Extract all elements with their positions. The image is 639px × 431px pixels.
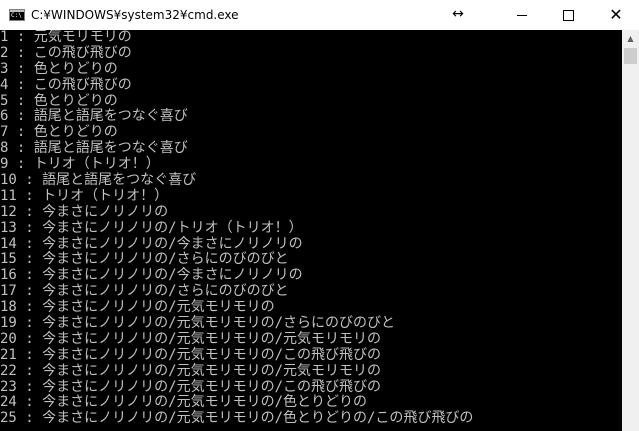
- console-line: 18 : 今まさにノリノリの/元気モリモリの: [0, 299, 275, 316]
- console-line: 15 : 今まさにノリノリの/さらにのびのびと: [0, 251, 289, 268]
- console-app-icon[interactable]: C:\: [9, 9, 25, 21]
- console-line: 7 : 色とりどりの: [0, 124, 118, 141]
- cmd-window: C:\ C:¥WINDOWS¥system32¥cmd.exe ↔ ✕ 1 : …: [0, 0, 639, 431]
- console-line: 19 : 今まさにノリノリの/元気モリモリの/さらにのびのびと: [0, 315, 395, 332]
- close-button[interactable]: ✕: [593, 0, 639, 30]
- console-line: 16 : 今まさにノリノリの/今まさにノリノリの: [0, 267, 303, 284]
- console-line: 24 : 今まさにノリノリの/元気モリモリの/色とりどりの: [0, 394, 367, 411]
- title-bar[interactable]: C:\ C:¥WINDOWS¥system32¥cmd.exe ↔ ✕: [0, 0, 639, 30]
- console-line: 3 : 色とりどりの: [0, 60, 118, 77]
- close-icon: ✕: [609, 5, 623, 24]
- console-line: 12 : 今まさにノリノリの: [0, 203, 169, 220]
- console-line: 13 : 今まさにノリノリの/トリオ（トリオ！）: [0, 219, 303, 236]
- console-line: 21 : 今まさにノリノリの/元気モリモリの/この飛び飛びの: [0, 346, 381, 363]
- console-line: 4 : この飛び飛びの: [0, 76, 132, 93]
- console-line: 9 : トリオ（トリオ！）: [0, 156, 160, 173]
- minimize-button[interactable]: [499, 0, 545, 30]
- window-title: C:¥WINDOWS¥system32¥cmd.exe: [31, 8, 239, 22]
- minimize-icon: [517, 14, 527, 16]
- console-line: 25 : 今まさにノリノリの/元気モリモリの/色とりどりの/この飛び飛びの: [0, 410, 474, 427]
- console-line: 11 : トリオ（トリオ！）: [0, 187, 169, 204]
- console-line: 22 : 今まさにノリノリの/元気モリモリの/元気モリモリの: [0, 362, 381, 379]
- scrollbar-thumb[interactable]: [624, 48, 637, 64]
- console-line: 2 : この飛び飛びの: [0, 44, 132, 61]
- console-line: 5 : 色とりどりの: [0, 92, 118, 109]
- console-output[interactable]: 1 : 元気モリモリの 2 : この飛び飛びの 3 : 色とりどりの 4 : こ…: [0, 30, 622, 431]
- console-line: 14 : 今まさにノリノリの/今まさにノリノリの: [0, 235, 303, 252]
- scroll-up-arrow-icon[interactable]: ▲: [622, 30, 639, 47]
- console-app-icon-text: C:\: [11, 12, 22, 19]
- maximize-icon: [562, 9, 574, 21]
- resize-cursor-icon: ↔: [452, 6, 464, 22]
- console-line: 6 : 語尾と語尾をつなぐ喜び: [0, 108, 188, 125]
- console-line: 17 : 今まさにノリノリの/さらにのびのびと: [0, 283, 289, 300]
- maximize-button[interactable]: [545, 0, 591, 30]
- vertical-scrollbar[interactable]: ▲: [622, 30, 639, 431]
- console-line: 1 : 元気モリモリの: [0, 30, 132, 45]
- console-line: 10 : 語尾と語尾をつなぐ喜び: [0, 172, 197, 189]
- console-line: 20 : 今まさにノリノリの/元気モリモリの/元気モリモリの: [0, 330, 381, 347]
- console-line: 8 : 語尾と語尾をつなぐ喜び: [0, 140, 188, 157]
